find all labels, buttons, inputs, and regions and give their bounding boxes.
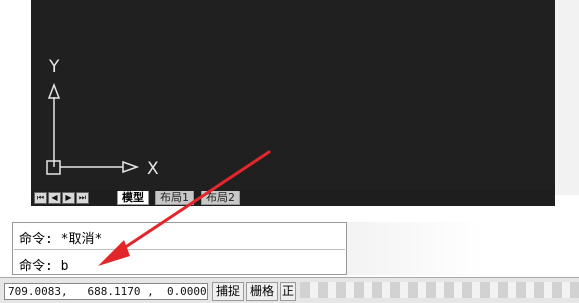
- separator-area: [0, 206, 579, 222]
- ucs-x-label: X: [147, 159, 159, 179]
- prev-tab-button[interactable]: ◀: [48, 192, 61, 204]
- ucs-y-label: Y: [48, 57, 60, 77]
- command-window-blurred-area: [347, 222, 579, 275]
- command-history-line: 命令: *取消*: [19, 232, 103, 247]
- ortho-toggle[interactable]: 正: [280, 282, 296, 301]
- command-input-line[interactable]: 命令: b: [19, 255, 68, 274]
- snap-toggle[interactable]: 捕捉: [212, 282, 244, 301]
- grid-toggle[interactable]: 栅格: [246, 282, 278, 301]
- status-bar-blurred-area: [300, 282, 579, 298]
- tab-layout2[interactable]: 布局2: [201, 191, 240, 205]
- canvas-right-edge: [555, 0, 579, 195]
- tab-layout1[interactable]: 布局1: [155, 191, 194, 205]
- tab-model[interactable]: 模型: [117, 191, 149, 205]
- first-tab-button[interactable]: ⏮: [34, 192, 47, 204]
- ucs-icon: Y X: [46, 57, 159, 179]
- next-tab-button[interactable]: ▶: [62, 192, 75, 204]
- command-divider: [14, 249, 345, 250]
- command-window[interactable]: 命令: *取消* 命令: b: [12, 222, 347, 275]
- left-margin: [0, 0, 31, 195]
- last-tab-button[interactable]: ⏭: [76, 192, 89, 204]
- coordinate-readout: 709.0083, 688.1170 , 0.0000: [4, 283, 208, 300]
- layout-tab-bar: ⏮ ◀ ▶ ⏭ 模型 布局1 布局2: [31, 190, 555, 206]
